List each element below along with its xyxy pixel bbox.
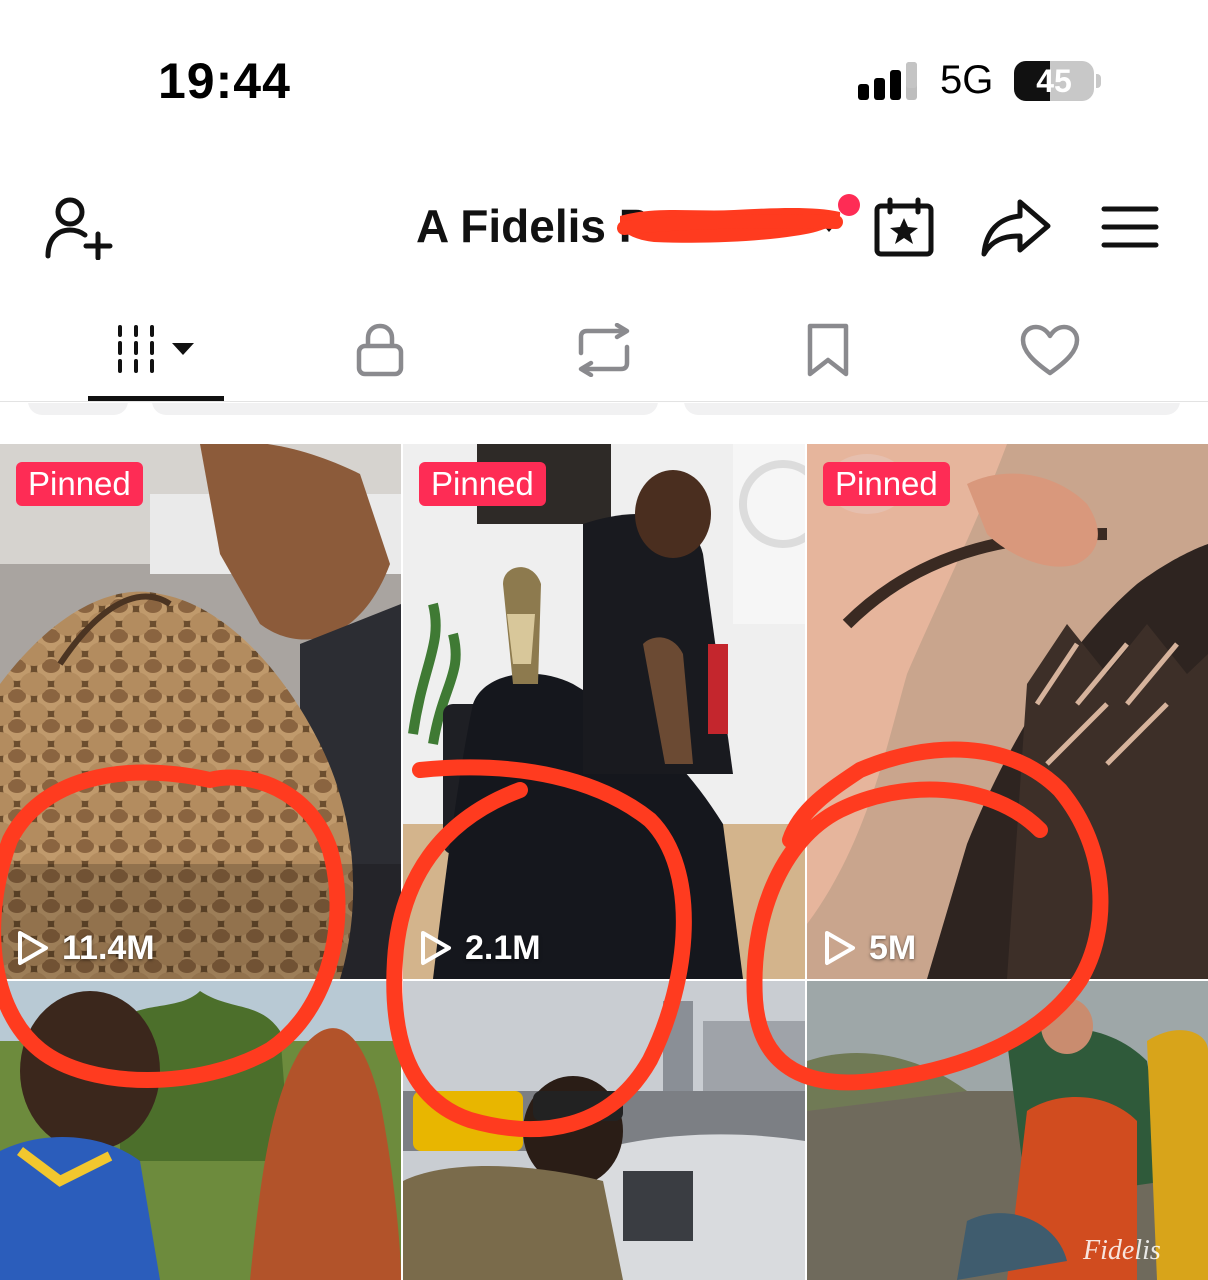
video-tile[interactable]: Pinned 5M [807,444,1208,979]
calendar-star-icon[interactable] [872,196,936,258]
repost-icon [578,323,630,377]
grid-icon [118,325,194,373]
filter-chip[interactable] [684,403,1180,415]
view-count-text: 11.4M [62,928,155,967]
video-tile[interactable] [403,981,805,1280]
tab-videos[interactable] [88,300,224,400]
heart-icon [1020,324,1080,376]
video-tile[interactable]: Fidelis [807,981,1208,1280]
tab-private[interactable] [330,300,430,400]
lock-icon [356,323,404,377]
profile-tabs [0,300,1208,402]
redaction-scribble [617,208,843,243]
battery-icon: 45 [1014,61,1101,101]
tab-reposts[interactable] [554,300,654,400]
status-time: 19:44 [158,53,291,109]
profile-header: A Fidelis P [0,170,1208,280]
add-user-icon[interactable] [42,194,114,260]
view-count: 2.1M [419,926,541,970]
video-tile[interactable]: Pinned 2.1M [403,444,805,979]
video-tile[interactable]: Pinned 11.4M [0,444,401,979]
filter-chips [0,403,1208,417]
filter-chip[interactable] [152,403,658,415]
share-arrow-icon[interactable] [980,196,1052,258]
video-thumbnail [0,444,401,979]
tab-liked[interactable] [1000,300,1100,400]
profile-title[interactable]: A Fidelis P [416,198,843,258]
view-count: 11.4M [16,926,155,970]
network-type: 5G [940,58,994,102]
watermark: Fidelis [1083,1235,1161,1266]
play-icon [18,931,48,965]
play-icon [825,931,855,965]
video-thumbnail [0,981,401,1280]
view-count: 5M [823,926,916,970]
hamburger-menu-icon[interactable] [1100,204,1160,250]
status-bar: 19:44 5G 45 [0,0,1208,150]
pinned-badge: Pinned [823,462,950,506]
view-count-text: 5M [869,928,917,967]
pinned-badge: Pinned [16,462,143,506]
video-thumbnail [807,444,1208,979]
tab-favorites[interactable] [778,300,878,400]
active-tab-indicator [88,396,224,401]
video-grid: Pinned 11.4M Pinned 2.1M Pinned 5M Fidel… [0,444,1208,1280]
play-icon [421,931,451,965]
bookmark-icon [807,323,849,377]
video-tile[interactable] [0,981,401,1280]
pinned-badge: Pinned [419,462,546,506]
battery-level: 45 [1036,63,1072,99]
video-thumbnail [403,981,805,1280]
notification-dot [838,194,860,216]
video-thumbnail [403,444,805,979]
view-count-text: 2.1M [465,928,541,967]
signal-icon [858,62,917,100]
filter-chip[interactable] [28,403,128,415]
